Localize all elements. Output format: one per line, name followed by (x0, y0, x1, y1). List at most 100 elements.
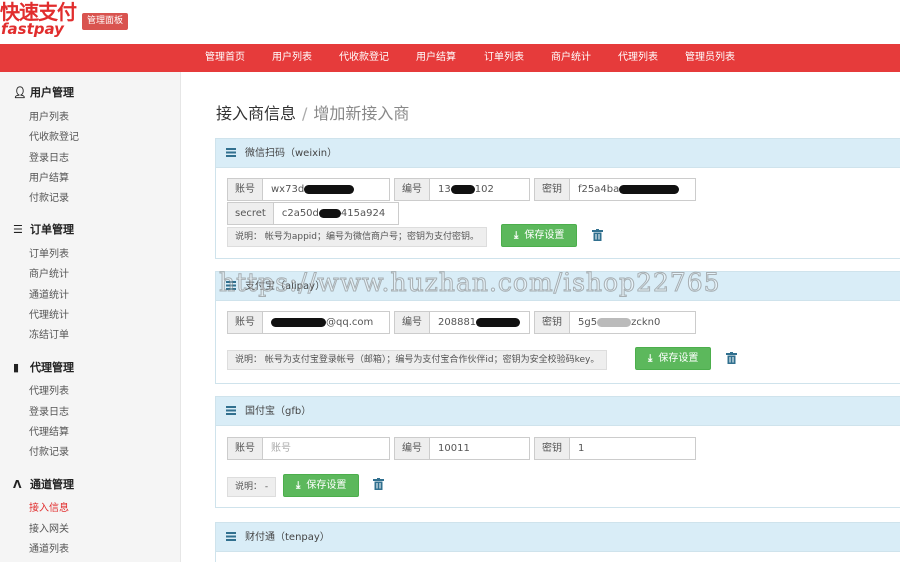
sidebar-item-access-info[interactable]: 接入信息 (29, 502, 69, 516)
sidebar-item-collection-register[interactable]: 代收款登记 (29, 131, 79, 145)
sidebar-item-access-gateway[interactable]: 接入网关 (29, 523, 69, 537)
road-icon: Ʌ (13, 478, 22, 491)
panel-title: 微信扫码（weixin） (245, 148, 338, 159)
field-label: secret (228, 203, 274, 224)
download-icon: ⤓ (296, 480, 301, 491)
alipay-account-field[interactable]: 账号 @qq.com (227, 311, 390, 334)
gfb-key-field[interactable]: 密钥 1 (534, 437, 696, 460)
nav-agent-list[interactable]: 代理列表 (618, 44, 658, 72)
redaction-mark (619, 184, 680, 194)
field-label: 账号 (228, 312, 263, 333)
brand-name-en: fastpay (1, 20, 64, 38)
field-label: 账号 (228, 179, 263, 200)
nav-merchant-stats[interactable]: 商户统计 (551, 44, 591, 72)
sidebar-group-user[interactable]: 👤︎ 用户管理 (13, 85, 74, 101)
sidebar-item-user-list[interactable]: 用户列表 (29, 111, 69, 125)
sidebar-item-frozen-orders[interactable]: 冻结订单 (29, 329, 69, 343)
field-value[interactable]: 1 (570, 438, 695, 459)
sidebar-item-order-list[interactable]: 订单列表 (29, 248, 69, 262)
field-value[interactable]: 13 102 (430, 179, 529, 200)
panel-header: 国付宝（gfb） (216, 397, 900, 426)
field-label: 密钥 (535, 438, 570, 459)
sidebar-group-title: 代理管理 (30, 361, 74, 374)
sidebar-group-title: 订单管理 (30, 223, 74, 236)
redaction-mark (304, 184, 355, 194)
panel-title: 国付宝（gfb） (245, 406, 312, 417)
main-content: 接入商信息 / 增加新接入商 微信扫码（weixin） 账号 wx73d 编号 13… (182, 72, 900, 562)
sidebar: 👤︎ 用户管理 用户列表 代收款登记 登录日志 用户结算 付款记录 ☰ 订单管理 订… (0, 72, 181, 562)
top-navbar: 管理首页 用户列表 代收款登记 用户结算 订单列表 商户统计 代理列表 管理员列… (0, 44, 900, 72)
file-icon: ▮ (13, 361, 20, 374)
sidebar-item-agent-stats[interactable]: 代理统计 (29, 309, 69, 323)
weixin-key-field[interactable]: 密钥 f25a4ba (534, 178, 696, 201)
sidebar-item-agent-payment-records[interactable]: 付款记录 (29, 446, 69, 460)
field-value[interactable]: 5g5 zckn0 (570, 312, 695, 333)
sidebar-item-channel-list[interactable]: 通道列表 (29, 543, 69, 557)
nav-user-settlement[interactable]: 用户结算 (416, 44, 456, 72)
nav-user-list[interactable]: 用户列表 (272, 44, 312, 72)
alipay-key-field[interactable]: 密钥 5g5 zckn0 (534, 311, 696, 334)
sidebar-item-agent-list[interactable]: 代理列表 (29, 385, 69, 399)
nav-order-list[interactable]: 订单列表 (484, 44, 524, 72)
alipay-id-field[interactable]: 编号 208881 (394, 311, 530, 334)
field-value[interactable]: wx73d (263, 179, 389, 200)
download-icon: ⤓ (514, 230, 519, 241)
gfb-note: 说明： - (227, 477, 277, 497)
alipay-trash-icon[interactable] (726, 352, 737, 364)
sidebar-group-channel[interactable]: Ʌ 通道管理 (13, 477, 74, 493)
sidebar-item-user-settlement[interactable]: 用户结算 (29, 172, 69, 186)
panel-gfb: 国付宝（gfb） 账号 账号 编号 10011 密钥 1 说明： - ⤓ 保存设置 (215, 396, 900, 508)
top-header: 快速支付 fastpay 管理面板 (0, 0, 900, 44)
alipay-save-button[interactable]: ⤓ 保存设置 (635, 347, 712, 370)
sidebar-group-title: 用户管理 (30, 86, 74, 99)
redaction-mark (271, 317, 326, 327)
admin-panel-badge: 管理面板 (82, 13, 129, 30)
nav-admin-home[interactable]: 管理首页 (205, 44, 245, 72)
panel-title: 支付宝（alipay） (245, 281, 326, 292)
gfb-account-field[interactable]: 账号 账号 (227, 437, 390, 460)
field-value[interactable]: f25a4ba (570, 179, 695, 200)
alipay-note: 说明： 帐号为支付宝登录帐号（邮箱）；编号为支付宝合作伙伴id；密钥为安全校验码… (227, 350, 608, 370)
sidebar-group-title: 通道管理 (30, 478, 74, 491)
panel-weixin: 微信扫码（weixin） 账号 wx73d 编号 13 102 密钥 f25a4b… (215, 138, 900, 259)
sidebar-group-agent[interactable]: ▮ 代理管理 (13, 360, 74, 376)
field-placeholder[interactable]: 账号 (263, 438, 389, 459)
sidebar-item-login-log[interactable]: 登录日志 (29, 152, 69, 166)
gfb-trash-icon[interactable] (373, 478, 384, 490)
redaction-mark (318, 208, 341, 218)
weixin-id-field[interactable]: 编号 13 102 (394, 178, 530, 201)
redaction-mark (450, 184, 475, 194)
breadcrumb-separator: / (302, 104, 308, 123)
panel-title: 财付通（tenpay） (245, 532, 330, 543)
sidebar-item-channel-stats[interactable]: 通道统计 (29, 289, 69, 303)
list-icon (226, 531, 236, 541)
sidebar-item-merchant-stats[interactable]: 商户统计 (29, 268, 69, 282)
redaction-mark (597, 317, 632, 327)
gfb-save-button[interactable]: ⤓ 保存设置 (283, 474, 360, 497)
brand-logo[interactable]: 快速支付 fastpay (0, 0, 80, 40)
field-value[interactable]: 10011 (430, 438, 529, 459)
field-label: 编号 (395, 438, 430, 459)
weixin-trash-icon[interactable] (592, 229, 603, 241)
page-title: 接入商信息 (216, 104, 297, 123)
nav-collection-register[interactable]: 代收款登记 (339, 44, 389, 72)
list-icon (226, 405, 236, 415)
field-label: 账号 (228, 438, 263, 459)
list-icon (226, 280, 236, 290)
gfb-id-field[interactable]: 编号 10011 (394, 437, 530, 460)
sidebar-item-agent-login-log[interactable]: 登录日志 (29, 406, 69, 420)
weixin-save-button[interactable]: ⤓ 保存设置 (501, 224, 578, 247)
weixin-note: 说明： 帐号为appid；编号为微信商户号；密钥为支付密钥。 (227, 227, 488, 247)
sidebar-item-payment-records[interactable]: 付款记录 (29, 192, 69, 206)
download-icon: ⤓ (648, 353, 653, 364)
nav-admin-list[interactable]: 管理员列表 (685, 44, 735, 72)
list-icon: ☰ (13, 223, 23, 236)
weixin-secret-field[interactable]: secret c2a50d 415a924 (227, 202, 399, 225)
weixin-account-field[interactable]: 账号 wx73d (227, 178, 390, 201)
sidebar-item-agent-settlement[interactable]: 代理结算 (29, 426, 69, 440)
sidebar-group-order[interactable]: ☰ 订单管理 (13, 222, 74, 238)
field-value[interactable]: 208881 (430, 312, 529, 333)
field-value[interactable]: @qq.com (263, 312, 389, 333)
field-value[interactable]: c2a50d 415a924 (274, 203, 398, 224)
list-icon (226, 147, 236, 157)
